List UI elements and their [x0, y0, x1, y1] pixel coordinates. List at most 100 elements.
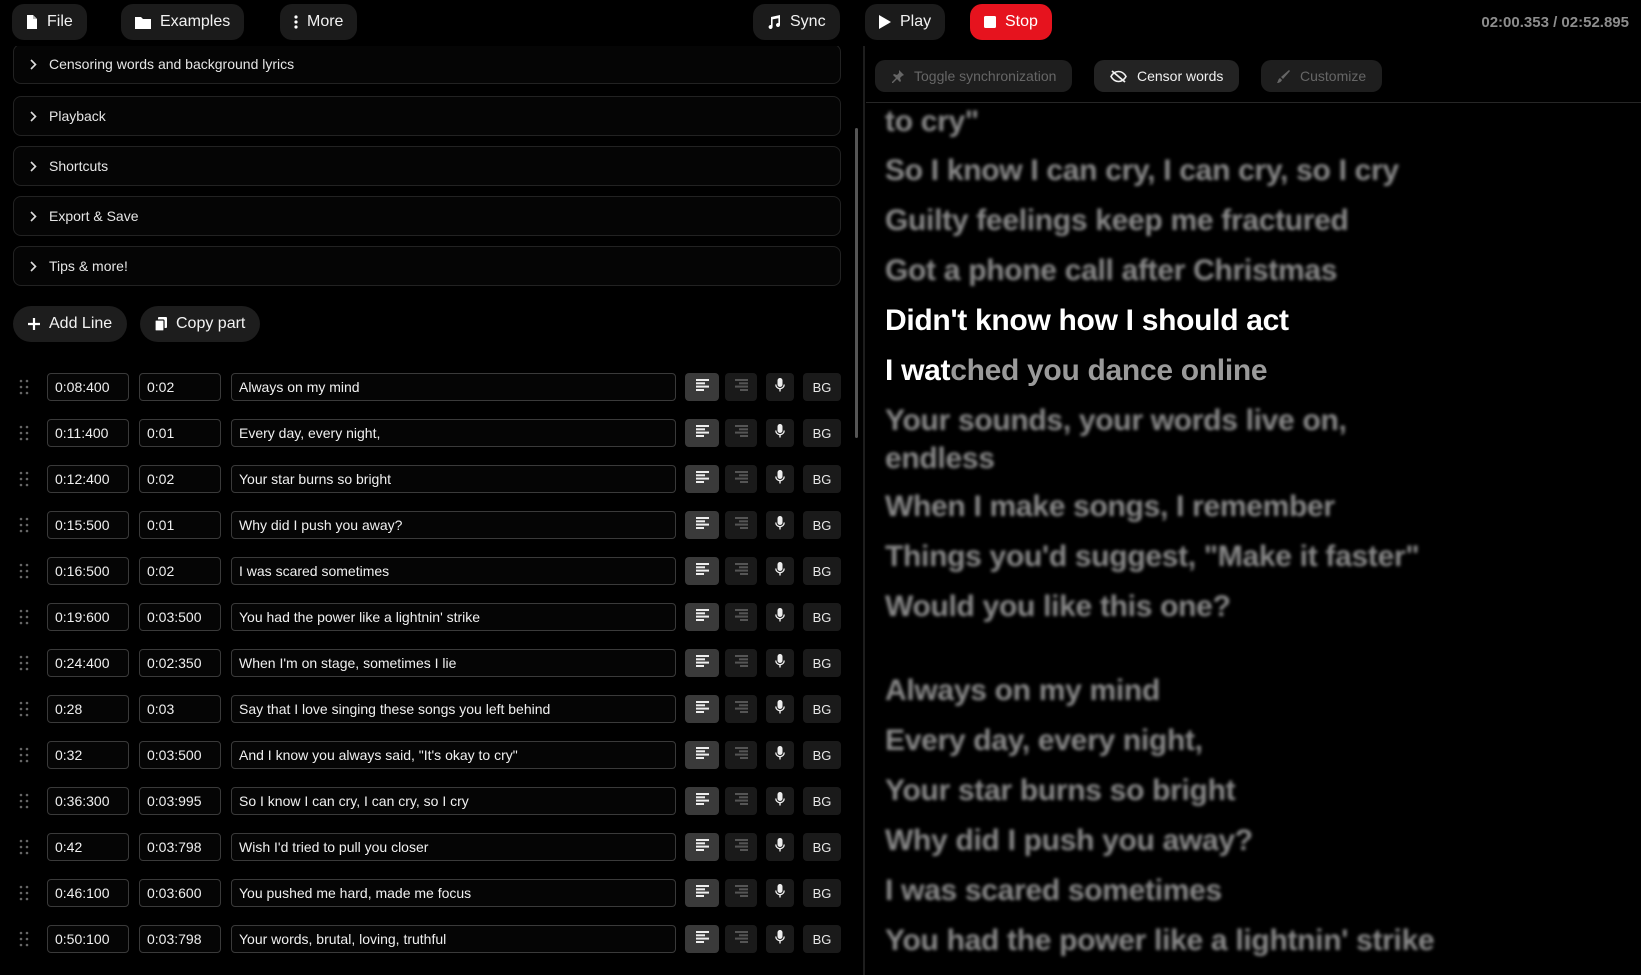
singer-button[interactable] — [766, 879, 794, 907]
align-right-button[interactable] — [725, 557, 757, 585]
panel-divider[interactable] — [863, 46, 865, 975]
lyric-text-input[interactable]: Always on my mind — [231, 373, 676, 401]
align-right-button[interactable] — [725, 695, 757, 723]
duration-input[interactable]: 0:03:798 — [139, 833, 221, 861]
align-left-button[interactable] — [685, 741, 719, 769]
background-vocal-button[interactable]: BG — [803, 879, 841, 907]
singer-button[interactable] — [766, 419, 794, 447]
align-right-button[interactable] — [725, 925, 757, 953]
background-vocal-button[interactable]: BG — [803, 373, 841, 401]
start-time-input[interactable]: 0:08:400 — [47, 373, 129, 401]
align-right-button[interactable] — [725, 649, 757, 677]
background-vocal-button[interactable]: BG — [803, 741, 841, 769]
lyric-text-input[interactable]: You had the power like a lightnin' strik… — [231, 603, 676, 631]
start-time-input[interactable]: 0:19:600 — [47, 603, 129, 631]
duration-input[interactable]: 0:03:500 — [139, 741, 221, 769]
background-vocal-button[interactable]: BG — [803, 465, 841, 493]
background-vocal-button[interactable]: BG — [803, 695, 841, 723]
align-left-button[interactable] — [685, 879, 719, 907]
align-left-button[interactable] — [685, 603, 719, 631]
drag-handle-icon[interactable] — [19, 563, 29, 579]
start-time-input[interactable]: 0:46:100 — [47, 879, 129, 907]
lyric-text-input[interactable]: Your star burns so bright — [231, 465, 676, 493]
start-time-input[interactable]: 0:24:400 — [47, 649, 129, 677]
drag-handle-icon[interactable] — [19, 931, 29, 947]
lyric-text-input[interactable]: Say that I love singing these songs you … — [231, 695, 676, 723]
singer-button[interactable] — [766, 649, 794, 677]
start-time-input[interactable]: 0:12:400 — [47, 465, 129, 493]
editor-scrollbar[interactable] — [855, 128, 858, 438]
duration-input[interactable]: 0:02:350 — [139, 649, 221, 677]
more-button[interactable]: More — [280, 4, 358, 40]
start-time-input[interactable]: 0:15:500 — [47, 511, 129, 539]
accordion-export-save[interactable]: Export & Save — [13, 196, 841, 236]
align-right-button[interactable] — [725, 603, 757, 631]
customize-button[interactable]: Customize — [1261, 60, 1383, 92]
start-time-input[interactable]: 0:28 — [47, 695, 129, 723]
duration-input[interactable]: 0:02 — [139, 465, 221, 493]
align-left-button[interactable] — [685, 787, 719, 815]
singer-button[interactable] — [766, 833, 794, 861]
sync-button[interactable]: Sync — [753, 4, 840, 40]
drag-handle-icon[interactable] — [19, 885, 29, 901]
drag-handle-icon[interactable] — [19, 655, 29, 671]
start-time-input[interactable]: 0:36:300 — [47, 787, 129, 815]
align-right-button[interactable] — [725, 373, 757, 401]
background-vocal-button[interactable]: BG — [803, 787, 841, 815]
duration-input[interactable]: 0:02 — [139, 557, 221, 585]
background-vocal-button[interactable]: BG — [803, 511, 841, 539]
singer-button[interactable] — [766, 511, 794, 539]
background-vocal-button[interactable]: BG — [803, 649, 841, 677]
align-left-button[interactable] — [685, 925, 719, 953]
align-right-button[interactable] — [725, 465, 757, 493]
lyric-text-input[interactable]: And I know you always said, "It's okay t… — [231, 741, 676, 769]
align-left-button[interactable] — [685, 649, 719, 677]
align-right-button[interactable] — [725, 511, 757, 539]
censor-words-button[interactable]: Censor words — [1094, 60, 1240, 92]
align-left-button[interactable] — [685, 373, 719, 401]
align-right-button[interactable] — [725, 741, 757, 769]
background-vocal-button[interactable]: BG — [803, 419, 841, 447]
align-right-button[interactable] — [725, 833, 757, 861]
align-left-button[interactable] — [685, 833, 719, 861]
duration-input[interactable]: 0:03:500 — [139, 603, 221, 631]
lyric-text-input[interactable]: Your words, brutal, loving, truthful — [231, 925, 676, 953]
play-button[interactable]: Play — [865, 4, 946, 40]
duration-input[interactable]: 0:03:798 — [139, 925, 221, 953]
duration-input[interactable]: 0:03:995 — [139, 787, 221, 815]
singer-button[interactable] — [766, 925, 794, 953]
drag-handle-icon[interactable] — [19, 379, 29, 395]
lyric-text-input[interactable]: When I'm on stage, sometimes I lie — [231, 649, 676, 677]
accordion-tips[interactable]: Tips & more! — [13, 246, 841, 286]
align-left-button[interactable] — [685, 557, 719, 585]
singer-button[interactable] — [766, 465, 794, 493]
start-time-input[interactable]: 0:11:400 — [47, 419, 129, 447]
align-left-button[interactable] — [685, 465, 719, 493]
singer-button[interactable] — [766, 557, 794, 585]
singer-button[interactable] — [766, 695, 794, 723]
accordion-playback[interactable]: Playback — [13, 96, 841, 136]
drag-handle-icon[interactable] — [19, 471, 29, 487]
toggle-sync-button[interactable]: Toggle synchronization — [875, 60, 1073, 92]
drag-handle-icon[interactable] — [19, 609, 29, 625]
duration-input[interactable]: 0:02 — [139, 373, 221, 401]
duration-input[interactable]: 0:01 — [139, 511, 221, 539]
background-vocal-button[interactable]: BG — [803, 925, 841, 953]
singer-button[interactable] — [766, 741, 794, 769]
drag-handle-icon[interactable] — [19, 425, 29, 441]
lyric-text-input[interactable]: So I know I can cry, I can cry, so I cry — [231, 787, 676, 815]
accordion-shortcuts[interactable]: Shortcuts — [13, 146, 841, 186]
align-right-button[interactable] — [725, 787, 757, 815]
accordion-censoring[interactable]: Censoring words and background lyrics — [13, 46, 841, 84]
lyric-text-input[interactable]: Every day, every night, — [231, 419, 676, 447]
drag-handle-icon[interactable] — [19, 517, 29, 533]
lyric-text-input[interactable]: I was scared sometimes — [231, 557, 676, 585]
align-left-button[interactable] — [685, 419, 719, 447]
align-right-button[interactable] — [725, 419, 757, 447]
stop-button[interactable]: Stop — [970, 4, 1052, 40]
start-time-input[interactable]: 0:32 — [47, 741, 129, 769]
background-vocal-button[interactable]: BG — [803, 833, 841, 861]
file-button[interactable]: File — [12, 4, 87, 40]
duration-input[interactable]: 0:01 — [139, 419, 221, 447]
lyric-text-input[interactable]: Wish I'd tried to pull you closer — [231, 833, 676, 861]
